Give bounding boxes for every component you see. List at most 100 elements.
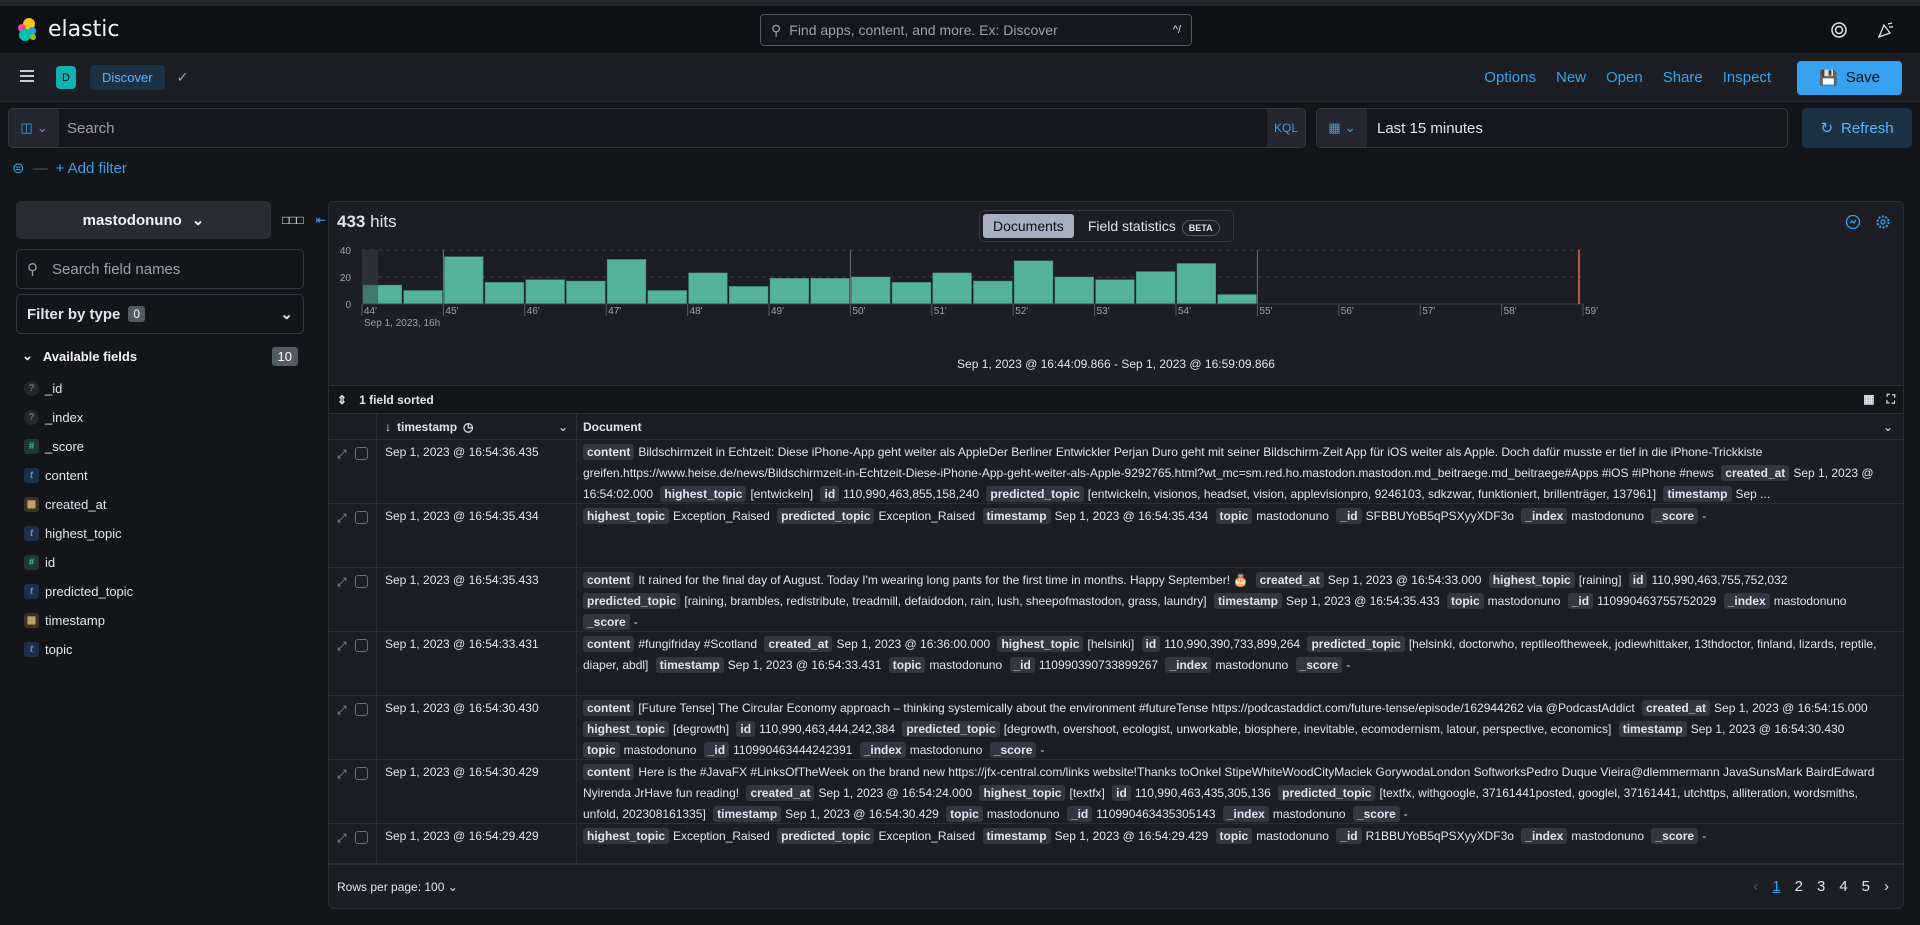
expand-row-icon[interactable]: ⤢ [337, 508, 347, 529]
row-checkbox[interactable] [354, 447, 368, 460]
quick-menu-button[interactable]: ▦ ⌄ [1317, 109, 1367, 147]
row-checkbox[interactable] [354, 575, 368, 588]
available-fields-toggle[interactable]: ⌄ Available fields 10 [16, 344, 304, 368]
row-checkbox[interactable] [354, 831, 368, 844]
kql-toggle-button[interactable]: KQL [1267, 109, 1305, 147]
histogram-bar[interactable] [973, 280, 1013, 305]
histogram-bar[interactable] [444, 256, 484, 305]
histogram-bar[interactable] [729, 286, 769, 305]
field-item-topic[interactable]: t topic [16, 635, 304, 664]
cell-timestamp[interactable]: Sep 1, 2023 @ 16:54:30.430 [377, 696, 577, 759]
column-header-document[interactable]: Document ⌄ [577, 420, 1903, 434]
field-item-created_at[interactable]: ▦ created_at [16, 490, 304, 519]
cell-document[interactable]: content [Future Tense] The Circular Econo… [577, 696, 1903, 759]
gear-icon[interactable] [1875, 214, 1891, 230]
breadcrumb-discover[interactable]: Discover [90, 65, 165, 90]
row-checkbox[interactable] [354, 511, 368, 524]
saved-query-menu-button[interactable]: ◫ ⌄ [9, 109, 59, 147]
cell-timestamp[interactable]: Sep 1, 2023 @ 16:54:33.431 [377, 632, 577, 695]
page-2-button[interactable]: 2 [1795, 878, 1803, 895]
histogram-bar[interactable] [566, 280, 606, 305]
page-4-button[interactable]: 4 [1839, 878, 1847, 895]
expand-row-icon[interactable]: ⤢ [337, 700, 347, 721]
cell-timestamp[interactable]: Sep 1, 2023 @ 16:54:29.429 [377, 824, 577, 863]
save-button[interactable]: 💾 Save [1797, 60, 1902, 95]
histogram-bar[interactable] [891, 282, 932, 305]
space-avatar[interactable]: D [56, 66, 76, 89]
histogram-bar[interactable] [484, 282, 525, 305]
field-item-_score[interactable]: # _score [16, 432, 304, 461]
expand-row-icon[interactable]: ⤢ [337, 636, 347, 657]
histogram-bar[interactable] [525, 279, 565, 305]
field-search-input[interactable]: ⚲ Search field names [16, 249, 304, 289]
cell-document[interactable]: highest_topic Exception_Raised predicted_… [577, 504, 1903, 567]
cell-document[interactable]: content #fungifriday #Scotland created_at… [577, 632, 1903, 695]
prev-page-icon[interactable]: ‹ [1753, 878, 1758, 895]
news-feed-party-icon[interactable] [1876, 21, 1894, 39]
cell-timestamp[interactable]: Sep 1, 2023 @ 16:54:30.429 [377, 760, 577, 823]
field-item-_id[interactable]: ? _id [16, 374, 304, 403]
histogram-chart[interactable]: 0 20 40 44' 45' 46' 47' 48' 49' 50' 51' 52' 53' 54' 55… [329, 242, 1904, 352]
inspect-link[interactable]: Inspect [1723, 69, 1771, 86]
histogram-bar[interactable] [1095, 279, 1135, 305]
sorted-fields-label[interactable]: 1 field sorted [359, 393, 434, 407]
field-item-content[interactable]: t content [16, 461, 304, 490]
add-filter-button[interactable]: + Add filter [56, 160, 127, 177]
expand-row-icon[interactable]: ⤢ [337, 828, 347, 849]
filter-menu-icon[interactable]: ⊜ [12, 159, 25, 177]
global-search-input[interactable]: ⚲ Find apps, content, and more. Ex: Disc… [760, 14, 1192, 46]
histogram-bar[interactable] [769, 278, 809, 305]
row-checkbox[interactable] [354, 767, 368, 780]
help-lifebuoy-icon[interactable] [1830, 21, 1848, 39]
histogram-bar[interactable] [647, 290, 687, 305]
histogram-bar[interactable] [1136, 271, 1176, 305]
data-view-picker[interactable]: mastodonuno ⌄ [16, 201, 271, 239]
page-5-button[interactable]: 5 [1862, 878, 1870, 895]
expand-row-icon[interactable]: ⤢ [337, 444, 347, 465]
histogram-bar[interactable] [403, 290, 443, 305]
row-checkbox[interactable] [354, 703, 368, 716]
cell-document[interactable]: content It rained for the final day of Au… [577, 568, 1903, 631]
row-checkbox[interactable] [354, 639, 368, 652]
date-picker[interactable]: ▦ ⌄ Last 15 minutes [1316, 108, 1788, 148]
new-link[interactable]: New [1556, 69, 1586, 86]
more-options-icon[interactable]: □□□ [282, 213, 304, 227]
next-page-icon[interactable]: › [1884, 878, 1889, 895]
field-item-_index[interactable]: ? _index [16, 403, 304, 432]
filter-by-type-button[interactable]: Filter by type 0 ⌄ [16, 294, 304, 334]
cell-timestamp[interactable]: Sep 1, 2023 @ 16:54:35.434 [377, 504, 577, 567]
cell-timestamp[interactable]: Sep 1, 2023 @ 16:54:36.435 [377, 440, 577, 503]
chevron-down-icon[interactable]: ⌄ [558, 420, 576, 434]
cell-document[interactable]: content Here is the #JavaFX #LinksOfTheWe… [577, 760, 1903, 823]
cell-document[interactable]: highest_topic Exception_Raised predicted_… [577, 824, 1903, 863]
tab-documents[interactable]: Documents [983, 214, 1074, 238]
grid-density-icon[interactable]: ▦ [1863, 392, 1874, 407]
histogram-bar[interactable] [851, 276, 891, 305]
histogram-bar[interactable] [810, 278, 850, 305]
cell-document[interactable]: content Bildschirmzeit in Echtzeit: Diese… [577, 440, 1903, 503]
field-item-predicted_topic[interactable]: t predicted_topic [16, 577, 304, 606]
fullscreen-icon[interactable]: ⛶ [1887, 392, 1895, 407]
histogram-bar[interactable] [606, 259, 647, 305]
page-1-button[interactable]: 1 [1772, 878, 1780, 895]
cell-timestamp[interactable]: Sep 1, 2023 @ 16:54:35.433 [377, 568, 577, 631]
histogram-bar[interactable] [1176, 263, 1216, 305]
tab-field-statistics[interactable]: Field statistics BETA [1078, 214, 1230, 238]
histogram-bar[interactable] [1217, 294, 1257, 305]
query-input[interactable] [59, 109, 1267, 147]
expand-row-icon[interactable]: ⤢ [337, 572, 347, 593]
histogram-bar[interactable] [1054, 276, 1094, 305]
chevron-down-icon[interactable]: ⌄ [1883, 420, 1903, 434]
menu-button[interactable] [18, 67, 36, 88]
field-item-highest_topic[interactable]: t highest_topic [16, 519, 304, 548]
refresh-button[interactable]: ↻ Refresh [1802, 108, 1912, 148]
expand-row-icon[interactable]: ⤢ [337, 764, 347, 785]
field-item-timestamp[interactable]: ▦ timestamp [16, 606, 304, 635]
collapse-sidebar-icon[interactable]: ⇤ [316, 213, 326, 227]
histogram-bar[interactable] [688, 272, 728, 305]
elastic-logo[interactable]: elastic [14, 17, 119, 43]
histogram-bar[interactable] [1013, 260, 1054, 305]
column-header-timestamp[interactable]: ↓ timestamp ◷ ⌄ [377, 414, 577, 439]
chart-options-icon[interactable] [1845, 214, 1861, 230]
time-range-value[interactable]: Last 15 minutes [1367, 109, 1483, 147]
